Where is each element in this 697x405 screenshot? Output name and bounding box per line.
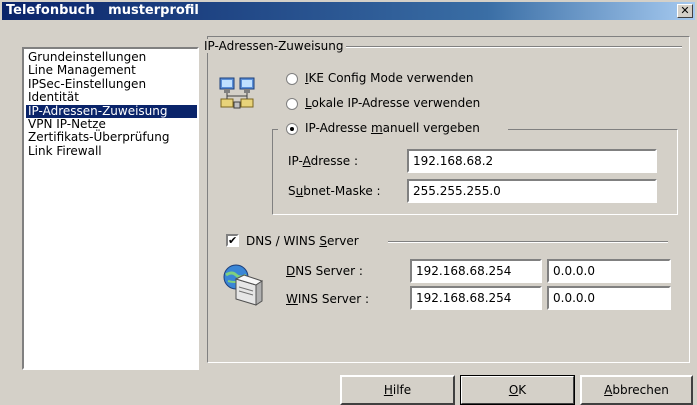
network-computers-icon: [219, 77, 255, 109]
ip-group-title: IP-Adressen-Zuweisung: [202, 39, 346, 53]
dns-server-label: DNS Server :: [286, 264, 363, 278]
dns-wins-checkbox[interactable]: ✔: [226, 234, 239, 247]
sidebar-item[interactable]: Grundeinstellungen: [26, 50, 197, 64]
category-items: Grundeinstellungen Line Management IPSec-E…: [24, 49, 197, 158]
help-button[interactable]: Hilfe: [340, 375, 455, 405]
radio-manual-ip-label[interactable]: IP-Adresse manuell vergeben: [305, 121, 480, 135]
cancel-button[interactable]: Abbrechen: [580, 375, 693, 405]
server-globe-icon: [223, 264, 264, 306]
dns-wins-checkbox-label[interactable]: DNS / WINS Server: [246, 234, 359, 248]
subnet-mask-field[interactable]: [407, 179, 657, 203]
dns-server-secondary-field[interactable]: [547, 259, 671, 283]
sidebar-item[interactable]: IPSec-Einstellungen: [26, 77, 197, 91]
sidebar-item[interactable]: Identität: [26, 90, 197, 104]
ip-address-field[interactable]: [407, 149, 657, 173]
radio-ike-config-indicator[interactable]: [286, 73, 298, 85]
ok-button[interactable]: OK: [460, 375, 575, 405]
sidebar-item[interactable]: Zertifikats-Überprüfung: [26, 131, 197, 144]
radio-local-ip-label[interactable]: Lokale IP-Adresse verwenden: [305, 96, 480, 110]
ip-address-label: IP-Adresse :: [288, 154, 358, 168]
title-bar: Telefonbuch musterprofil ✕: [2, 2, 695, 20]
sidebar-item[interactable]: Line Management: [26, 64, 197, 77]
sidebar-item[interactable]: Link Firewall: [26, 144, 197, 158]
wins-server-label: WINS Server :: [286, 292, 370, 306]
radio-local-ip-indicator[interactable]: [286, 98, 298, 110]
radio-ike-config-label[interactable]: IKE Config Mode verwenden: [305, 71, 473, 85]
wins-server-secondary-field[interactable]: [547, 286, 671, 310]
sidebar-item[interactable]: IP-Adressen-Zuweisung: [26, 104, 197, 118]
wins-server-primary-field[interactable]: [410, 286, 542, 310]
settings-panel: IP-Adressen-Zuweisung IKE Config Mode ve…: [202, 36, 690, 363]
dns-wins-checkbox-row[interactable]: ✔ DNS / WINS Server: [222, 233, 388, 249]
dialog-window: Telefonbuch musterprofil ✕ Grundeinstell…: [0, 0, 697, 405]
close-icon: ✕: [680, 4, 690, 17]
dns-server-primary-field[interactable]: [410, 259, 542, 283]
window-title: Telefonbuch musterprofil: [6, 3, 199, 18]
radio-manual-ip-indicator[interactable]: [286, 123, 298, 135]
subnet-mask-label: Subnet-Maske :: [288, 184, 381, 198]
settings-category-list[interactable]: Grundeinstellungen Line Management IPSec-E…: [22, 47, 199, 370]
close-button[interactable]: ✕: [677, 4, 693, 18]
